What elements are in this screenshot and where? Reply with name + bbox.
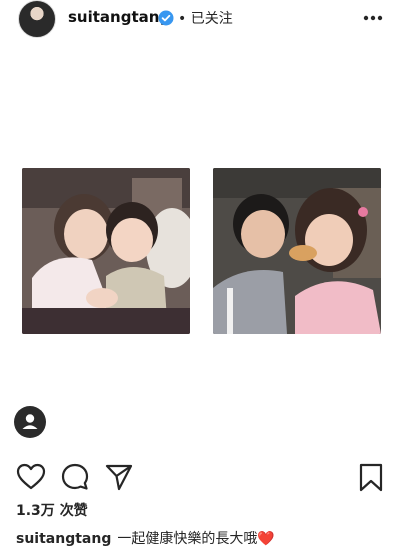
left-photo-image xyxy=(22,168,190,334)
heart-icon[interactable] xyxy=(16,462,46,492)
heart-emoji: ❤️ xyxy=(257,531,275,547)
likes-count[interactable]: 1.3万 次赞 xyxy=(16,500,88,520)
username[interactable]: suitangtang xyxy=(68,8,170,26)
right-photo-image xyxy=(213,168,381,334)
person-tag-icon[interactable] xyxy=(14,406,46,438)
follow-status[interactable]: • 已关注 xyxy=(178,8,233,28)
comment-bubble-icon[interactable] xyxy=(60,462,90,492)
caption-text: 一起健康快樂的長大哦 xyxy=(117,531,258,547)
person-icon xyxy=(22,414,38,429)
caption-username[interactable]: suitangtang xyxy=(16,531,111,547)
paper-plane-icon[interactable] xyxy=(104,462,134,492)
likes-label: 次赞 xyxy=(59,503,88,519)
verified-badge-icon xyxy=(158,10,174,26)
right-photo[interactable] xyxy=(213,168,381,334)
likes-number: 1.3万 xyxy=(16,503,55,519)
more-dots-icon[interactable] xyxy=(360,6,386,30)
post-header: suitangtang • 已关注 xyxy=(0,0,400,40)
avatar[interactable] xyxy=(18,0,56,38)
bookmark-icon[interactable] xyxy=(356,462,386,492)
post-caption: suitangtang 一起健康快樂的長大哦❤️ xyxy=(16,528,275,548)
left-photo[interactable] xyxy=(22,168,190,334)
